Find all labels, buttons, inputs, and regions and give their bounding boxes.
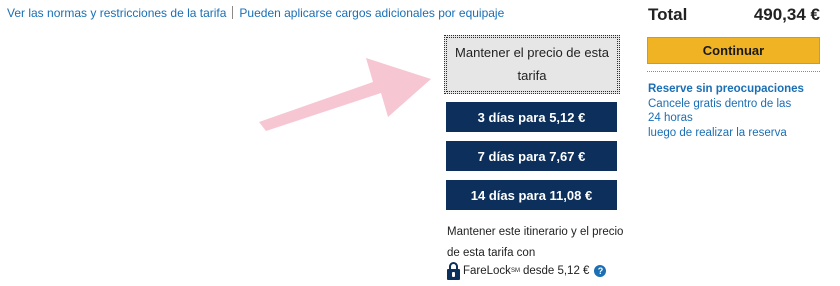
continue-button[interactable]: Continuar bbox=[647, 37, 820, 64]
reserve-line-2: 24 horas bbox=[648, 112, 693, 124]
farelock-name: FareLock bbox=[463, 265, 511, 277]
total-value: 490,34 € bbox=[753, 5, 820, 24]
total-label: Total bbox=[648, 5, 688, 24]
service-mark: SM bbox=[510, 268, 520, 274]
reserve-line-1: Cancele gratis dentro de las bbox=[648, 97, 792, 110]
hold-description: Mantener este itinerario y el precio de … bbox=[447, 226, 624, 259]
fare-rules-link[interactable]: Ver las normas y restricciones de la tar… bbox=[7, 6, 226, 20]
hold-fare-button[interactable]: Mantener el precio de esta tarifa bbox=[444, 35, 620, 94]
hold-option-7-days[interactable]: 7 días para 7,67 € bbox=[446, 141, 617, 171]
lock-icon bbox=[447, 262, 460, 280]
reserve-line-3: luego de realizar la reserva bbox=[648, 126, 787, 139]
hold-option-14-days[interactable]: 14 días para 11,08 € bbox=[446, 180, 617, 210]
help-icon[interactable]: ? bbox=[594, 265, 607, 277]
link-separator bbox=[232, 6, 234, 19]
arrow-shape bbox=[259, 58, 431, 131]
farelock-row: FareLock SM desde 5,12 € ? bbox=[447, 262, 607, 280]
farelock-price: desde 5,12 € bbox=[522, 265, 590, 277]
reserve-info[interactable]: Reserve sin preocupaciones Cancele grati… bbox=[648, 82, 808, 140]
fare-links: Ver las normas y restricciones de la tar… bbox=[7, 6, 504, 20]
reserve-title: Reserve sin preocupaciones bbox=[648, 83, 804, 95]
baggage-fees-link[interactable]: Pueden aplicarse cargos adicionales por … bbox=[239, 6, 504, 20]
divider bbox=[647, 71, 820, 72]
hold-option-3-days[interactable]: 3 días para 5,12 € bbox=[446, 102, 617, 132]
